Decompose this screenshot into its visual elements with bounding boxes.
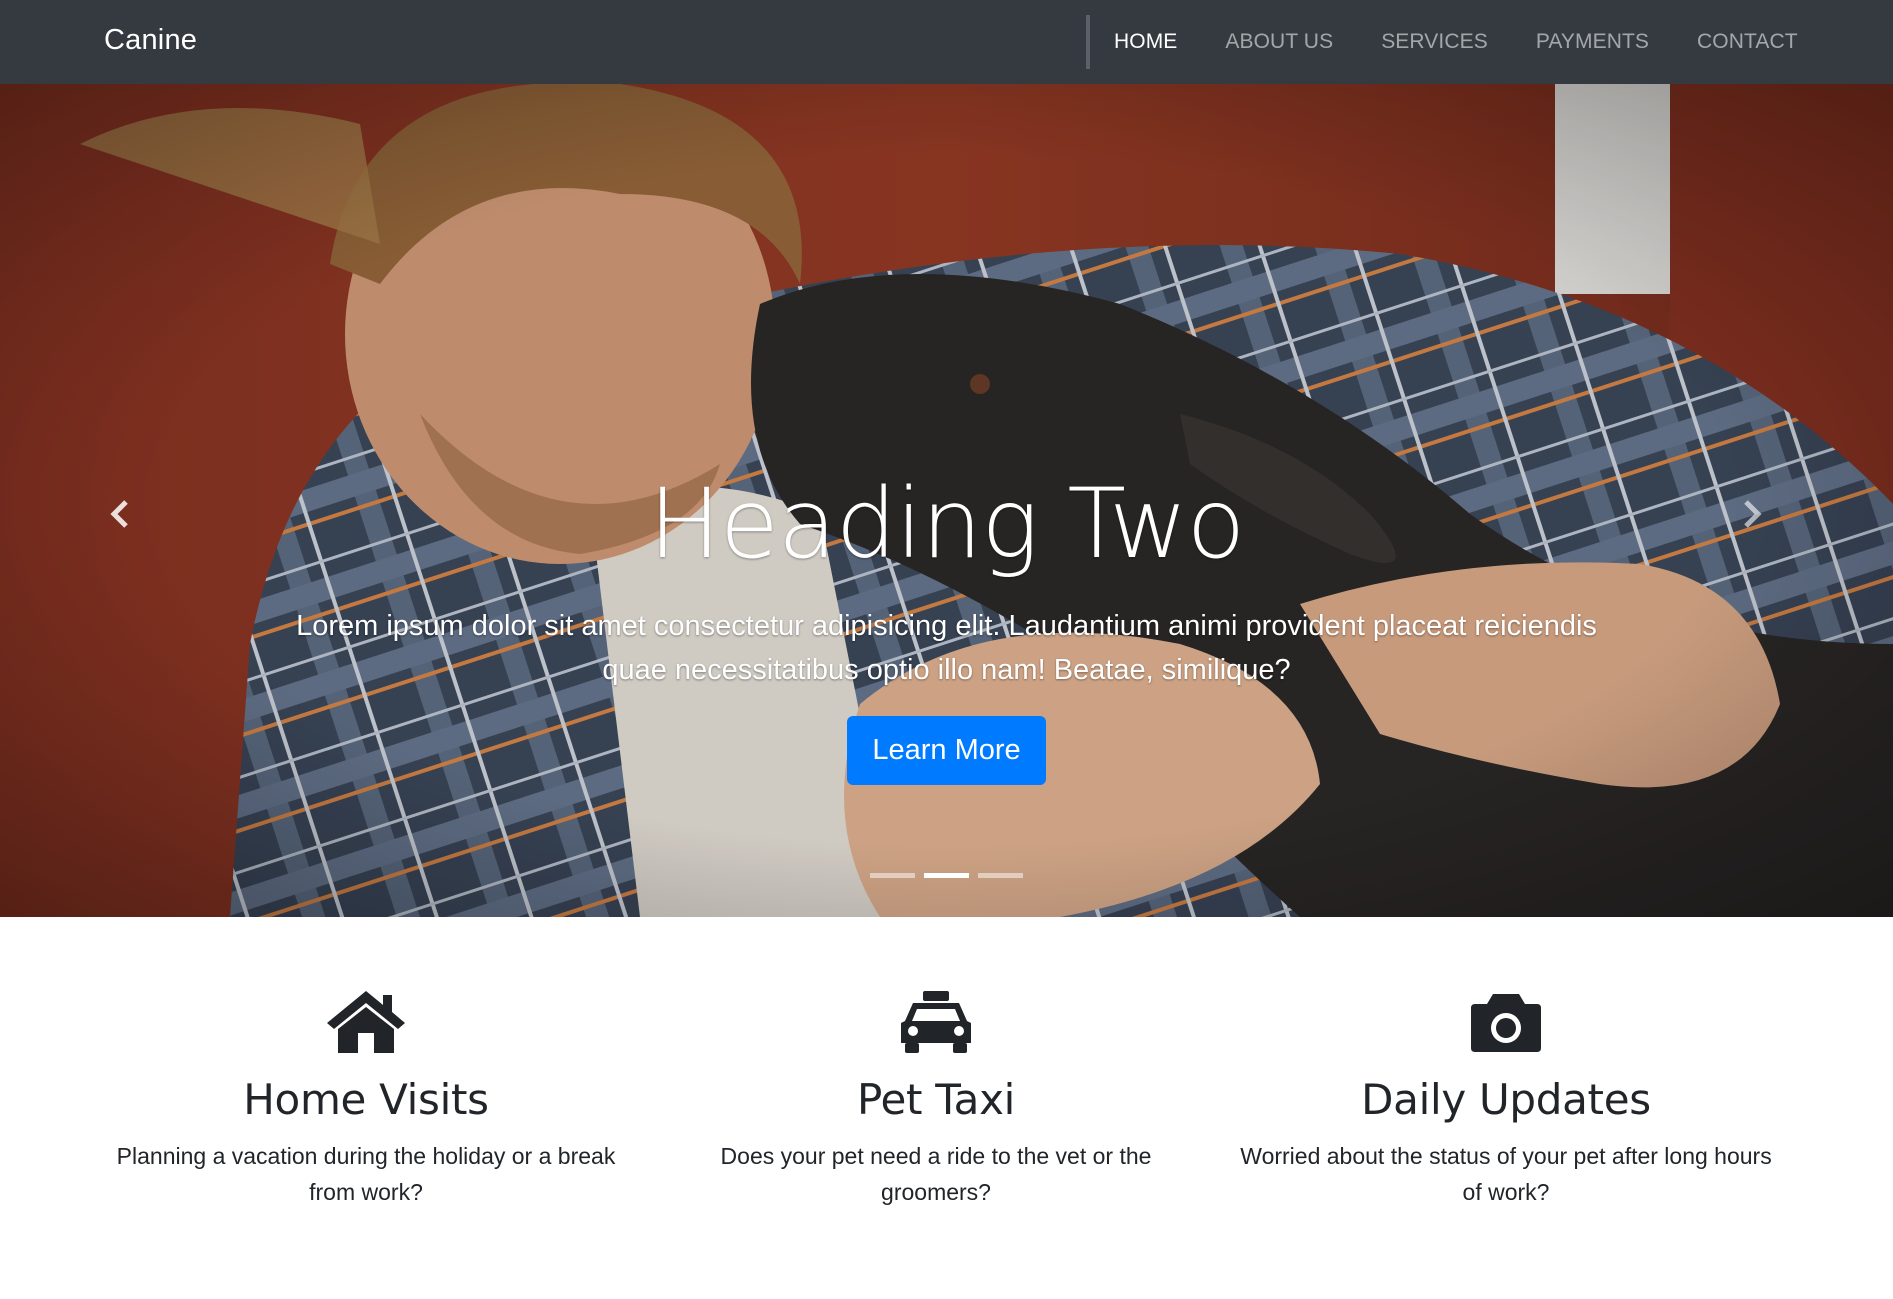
feature-title: Daily Updates: [1361, 1075, 1651, 1124]
nav-link-about-us[interactable]: ABOUT US: [1201, 30, 1357, 54]
chevron-right-icon: [1744, 500, 1762, 528]
nav-links: HOME ABOUT US SERVICES PAYMENTS CONTACT: [1090, 0, 1822, 84]
feature-pet-taxi: Pet Taxi Does your pet need a ride to th…: [656, 987, 1216, 1210]
feature-daily-updates: Daily Updates Worried about the status o…: [1226, 987, 1786, 1210]
home-icon: [327, 991, 405, 1053]
nav-link-services[interactable]: SERVICES: [1357, 30, 1512, 54]
feature-title: Pet Taxi: [856, 1075, 1016, 1124]
brand-logo[interactable]: Canine: [104, 24, 197, 57]
chevron-left-icon: [110, 500, 128, 528]
feature-home-visits: Home Visits Planning a vacation during t…: [86, 987, 646, 1210]
hero-heading: Heading Two: [648, 468, 1246, 580]
feature-text: Planning a vacation during the holiday o…: [116, 1143, 616, 1205]
carousel-prev-button[interactable]: [90, 484, 150, 544]
navbar: Canine HOME ABOUT US SERVICES PAYMENTS C…: [0, 0, 1893, 84]
carousel-indicators: [0, 873, 1893, 878]
feature-title: Home Visits: [243, 1075, 489, 1124]
feature-text: Worried about the status of your pet aft…: [1240, 1143, 1772, 1205]
camera-icon: [1471, 994, 1541, 1052]
hero-text: Lorem ipsum dolor sit amet consectetur a…: [296, 609, 1597, 686]
carousel-indicator-3[interactable]: [978, 873, 1023, 878]
features-section: Home Visits Planning a vacation during t…: [0, 917, 1893, 1299]
taxi-icon: [901, 991, 971, 1053]
learn-more-button[interactable]: Learn More: [847, 715, 1046, 785]
feature-text: Does your pet need a ride to the vet or …: [720, 1143, 1152, 1205]
nav-link-payments[interactable]: PAYMENTS: [1512, 30, 1673, 54]
nav-link-contact[interactable]: CONTACT: [1673, 30, 1822, 54]
carousel-indicator-2[interactable]: [924, 873, 969, 878]
carousel-indicator-1[interactable]: [870, 873, 915, 878]
hero-carousel: Heading Two Lorem ipsum dolor sit amet c…: [0, 84, 1893, 917]
carousel-caption: Heading Two Lorem ipsum dolor sit amet c…: [200, 468, 1693, 785]
carousel-next-button[interactable]: [1722, 484, 1782, 544]
nav-link-home[interactable]: HOME: [1090, 30, 1201, 54]
